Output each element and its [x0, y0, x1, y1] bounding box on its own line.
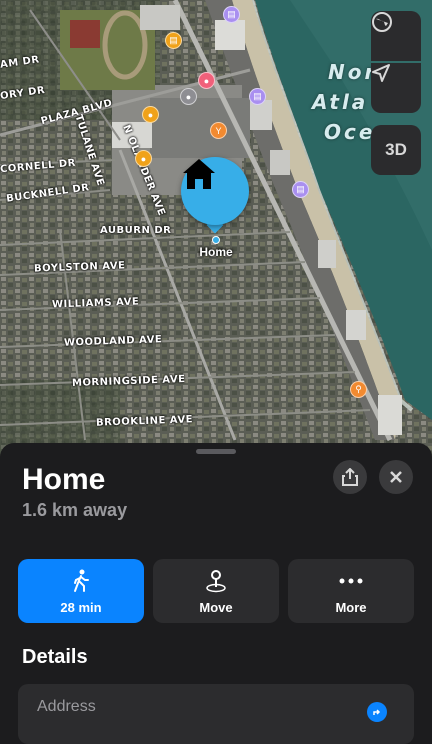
close-button[interactable]	[379, 460, 413, 494]
more-button[interactable]: More	[288, 559, 414, 623]
close-icon	[390, 471, 402, 483]
walking-time-label: 28 min	[60, 600, 102, 615]
location-arrow-icon[interactable]	[371, 63, 421, 113]
shopping-poi-icon[interactable]: ●	[142, 106, 159, 123]
move-button[interactable]: Move	[153, 559, 279, 623]
ocean-label-line-1: Nor	[328, 60, 378, 84]
place-title: Home	[22, 463, 106, 496]
shopping-cart-poi-icon[interactable]: ●	[135, 150, 152, 167]
directions-arrow-icon[interactable]	[367, 702, 387, 722]
house-icon	[183, 159, 215, 189]
move-label: Move	[199, 600, 233, 615]
3d-toggle-button[interactable]: 3D	[371, 125, 421, 175]
place-distance: 1.6 km away	[22, 500, 128, 520]
bar-poi-icon[interactable]: Y	[210, 122, 227, 139]
hotel-poi-icon[interactable]: ▤	[249, 88, 266, 105]
pin-location-dot	[212, 236, 220, 244]
share-icon	[342, 468, 358, 486]
ocean-label-line-3: Oce	[324, 120, 376, 144]
pink-poi-icon[interactable]: ●	[198, 72, 215, 89]
place-card-sheet[interactable]: Home 1.6 km away 28 min Move More Detail…	[0, 443, 432, 744]
address-label: Address	[37, 698, 96, 715]
ellipsis-icon	[339, 578, 363, 584]
move-pin-icon	[206, 570, 226, 593]
details-heading: Details	[22, 646, 88, 668]
shopping-bag-poi-icon[interactable]: ▤	[165, 32, 182, 49]
ocean-label-line-2: Atla	[312, 90, 369, 114]
more-label: More	[335, 600, 367, 615]
gray-poi-icon[interactable]: ●	[180, 88, 197, 105]
hotel-poi-icon[interactable]: ▤	[223, 6, 240, 23]
sheet-grabber-handle[interactable]	[196, 449, 236, 454]
restaurant-poi-icon[interactable]: ⚲	[350, 381, 367, 398]
walking-directions-button[interactable]: 28 min	[18, 559, 144, 623]
globe-icon[interactable]	[371, 11, 421, 61]
address-row[interactable]: Address	[18, 684, 414, 744]
pin-label: Home	[199, 245, 233, 259]
home-pin[interactable]	[181, 157, 249, 225]
map-view[interactable]: Nor Atla Oce AM DR ORY DR PLAZA BLVD TUL…	[0, 0, 432, 460]
share-button[interactable]	[333, 460, 367, 494]
street-label-auburn-dr: AUBURN DR	[100, 225, 172, 236]
hotel-poi-icon[interactable]: ▤	[292, 181, 309, 198]
walking-icon	[74, 569, 89, 592]
